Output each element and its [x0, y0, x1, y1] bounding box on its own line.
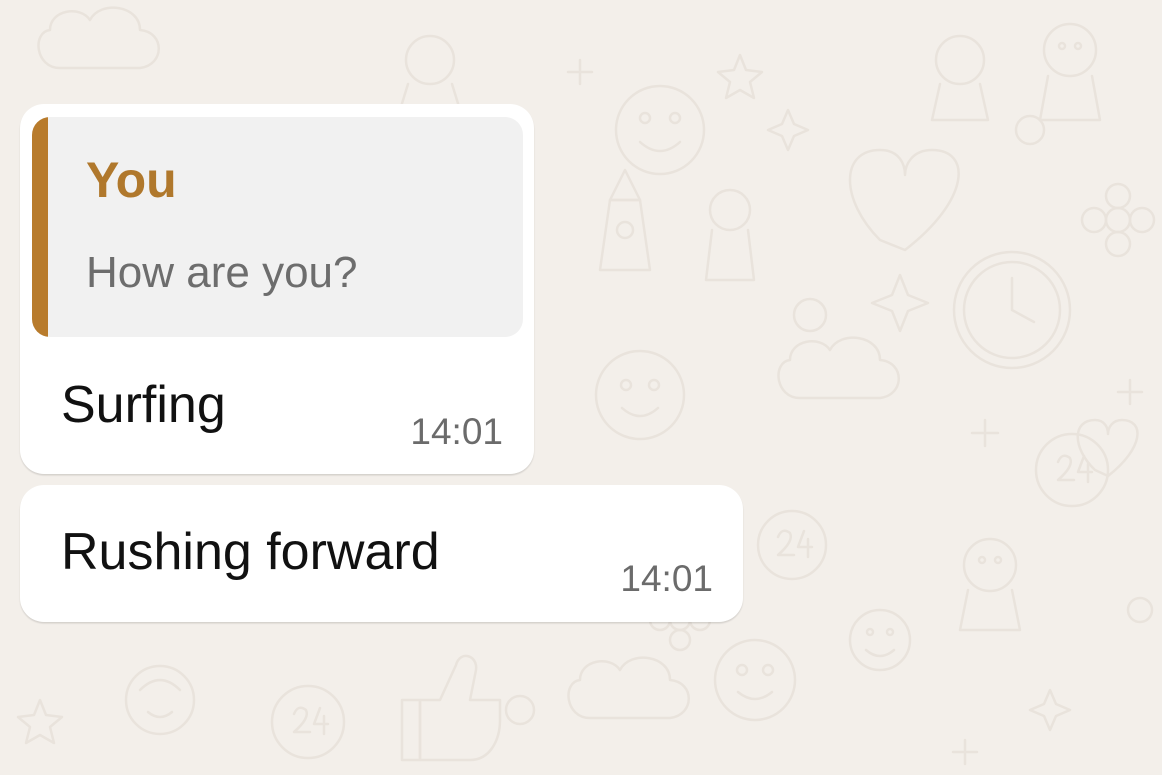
star-doodle-icon: [716, 53, 764, 100]
message-text: Rushing forward: [61, 523, 440, 581]
character-doodle-icon: [1038, 22, 1102, 122]
sparkle-doodle-icon: [970, 418, 1000, 448]
rocket-doodle-icon: [598, 168, 652, 272]
sparkle-doodle-icon: [1116, 378, 1144, 406]
clock-doodle-icon: [952, 250, 1072, 370]
cloud-doodle-icon: [567, 656, 690, 720]
quoted-text: How are you?: [86, 248, 358, 297]
star-doodle-icon: [870, 273, 930, 333]
star-doodle-icon: [16, 698, 64, 745]
smiley-doodle-icon: [594, 349, 686, 441]
smiley-doodle-icon: [614, 84, 706, 176]
character-doodle-icon: [848, 608, 912, 672]
badge-24-doodle-icon: [270, 684, 346, 760]
sparkle-doodle-icon: [951, 738, 979, 766]
quoted-author: You: [86, 152, 177, 208]
cloud-doodle-icon: [777, 336, 900, 400]
ring-doodle-icon: [1014, 114, 1046, 146]
message-bubble[interactable]: Rushing forward 14:01: [20, 485, 743, 622]
quote-accent-bar: [32, 117, 48, 337]
ring-doodle-icon: [792, 297, 828, 333]
message-bubble[interactable]: You How are you? Surfing 14:01: [20, 104, 534, 474]
character-doodle-icon: [704, 188, 756, 282]
character-doodle-icon: [958, 537, 1022, 632]
message-timestamp: 14:01: [620, 558, 713, 599]
flower-doodle-icon: [1080, 182, 1156, 258]
star-doodle-icon: [766, 108, 810, 152]
star-doodle-icon: [1028, 688, 1072, 732]
heart-doodle-icon: [848, 148, 960, 252]
ring-doodle-icon: [504, 694, 536, 726]
character-doodle-icon: [124, 664, 196, 736]
thumbs-up-doodle-icon: [400, 654, 502, 762]
cloud-doodle-icon: [37, 6, 160, 70]
badge-24-doodle-icon: [756, 509, 828, 581]
character-doodle-icon: [398, 34, 462, 112]
message-text: Surfing: [61, 376, 226, 434]
sparkle-doodle-icon: [566, 58, 594, 86]
quoted-reply[interactable]: You How are you?: [32, 117, 523, 337]
smiley-doodle-icon: [713, 638, 797, 722]
character-doodle-icon: [930, 34, 990, 122]
message-timestamp: 14:01: [410, 411, 503, 452]
ring-doodle-icon: [1126, 596, 1154, 624]
